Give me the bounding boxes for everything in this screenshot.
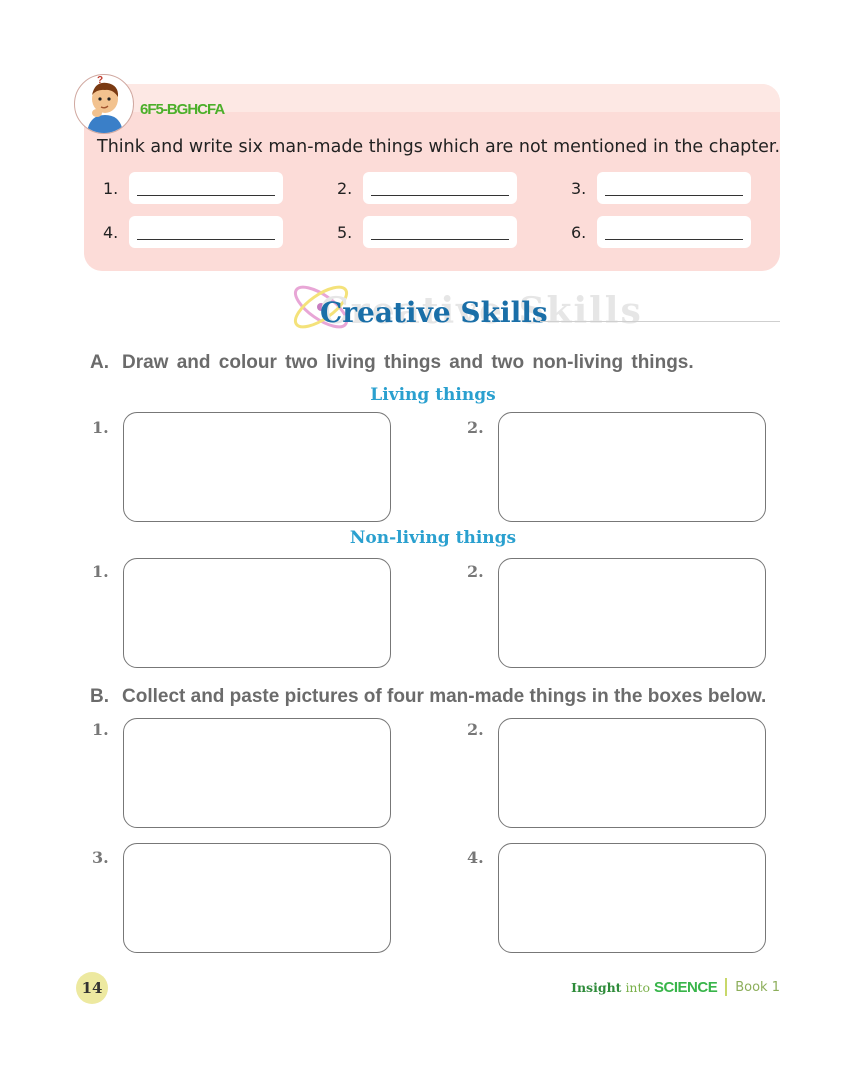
blank-number: 3. [571,178,587,198]
drawing-box[interactable] [123,412,391,522]
question-a-label: A. [90,352,109,373]
footer-book: Book 1 [735,979,780,995]
blank-item[interactable]: 5. [337,216,517,248]
question-b-label: B. [90,686,109,707]
blank-number: 4. [103,222,119,242]
footer-into: into [625,979,651,995]
drawing-box[interactable] [498,558,766,668]
blank-number: 2. [337,178,353,198]
think-box-title: 6F5-BGHCFA [140,101,225,118]
box-number: 2. [467,562,484,581]
box-number: 1. [92,720,109,739]
drawing-box[interactable] [498,412,766,522]
question-a-text: Draw and colour two living things and tw… [122,352,694,373]
blank-item[interactable]: 6. [571,216,751,248]
blank-item[interactable]: 1. [103,172,283,204]
box-number: 1. [92,562,109,581]
non-living-things-heading: Non-living things [349,528,517,548]
svg-text:?: ? [97,75,103,86]
page-number: 14 [76,972,108,1004]
footer-divider [725,978,728,996]
blank-number: 1. [103,178,119,198]
blank-item[interactable]: 4. [103,216,283,248]
answer-blank[interactable] [597,216,751,248]
section-heading: Creative Skills [320,296,548,329]
thinking-boy-icon: ? [74,74,134,134]
answer-blank[interactable] [363,172,517,204]
footer-science: SCIENCE [654,978,718,996]
box-number: 1. [92,418,109,437]
book-footer: Insight into SCIENCE Book 1 [571,978,780,996]
box-number: 2. [467,720,484,739]
living-things-heading: Living things [370,385,496,405]
blank-item[interactable]: 2. [337,172,517,204]
paste-box[interactable] [498,718,766,828]
answer-blank[interactable] [129,216,283,248]
box-number: 3. [92,848,109,867]
box-number: 4. [467,848,484,867]
question-b-text: Collect and paste pictures of four man-m… [122,686,767,707]
blank-item[interactable]: 3. [571,172,751,204]
drawing-box[interactable] [123,558,391,668]
paste-box[interactable] [123,843,391,953]
blank-number: 5. [337,222,353,242]
think-question: Think and write six man-made things whic… [97,137,781,157]
answer-blank[interactable] [129,172,283,204]
blank-number: 6. [571,222,587,242]
footer-insight: Insight [571,979,622,995]
answer-blank[interactable] [363,216,517,248]
heading-rule [540,321,780,322]
answer-blank[interactable] [597,172,751,204]
box-number: 2. [467,418,484,437]
paste-box[interactable] [498,843,766,953]
paste-box[interactable] [123,718,391,828]
